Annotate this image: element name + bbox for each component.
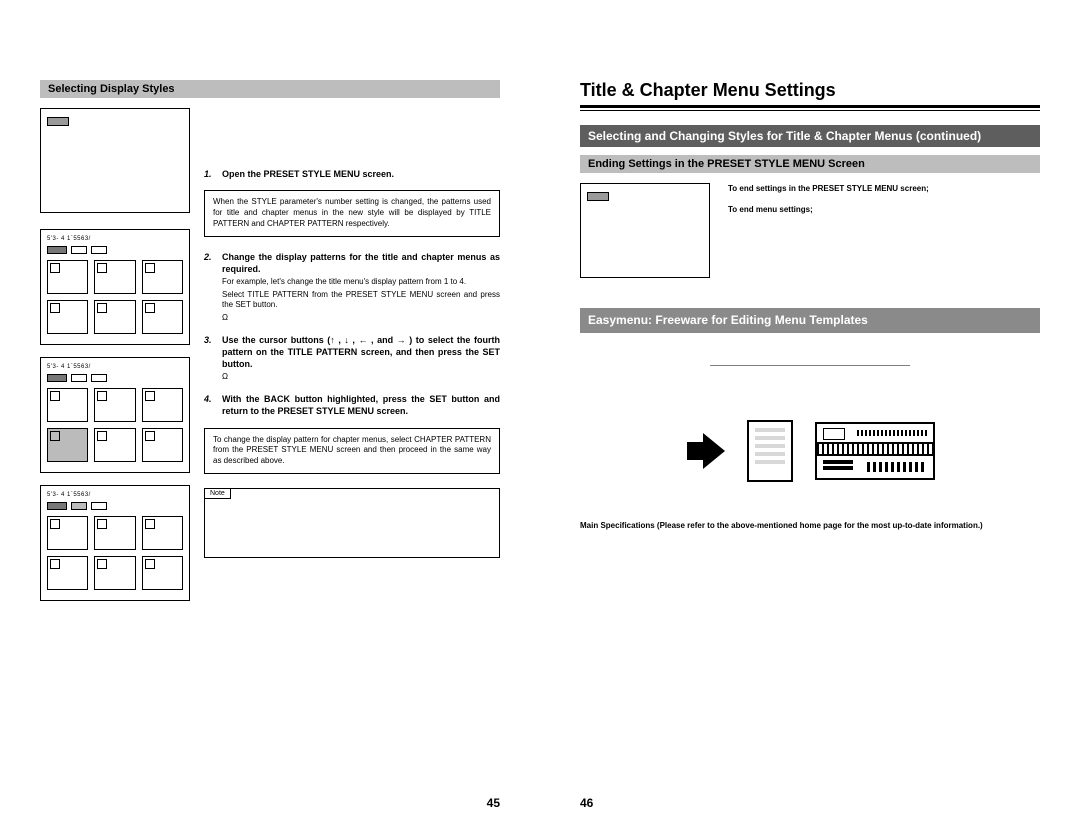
grid-buttons-1 [47, 246, 183, 254]
ending-line-1: To end settings in the PRESET STYLE MENU… [728, 183, 1040, 194]
device-icon [815, 422, 935, 480]
left-subheader: Selecting Display Styles [40, 80, 500, 98]
diagram [580, 406, 1040, 496]
rule-thick [580, 105, 1040, 108]
page-left: Selecting Display Styles 5'3- 4 1`5563/ … [0, 0, 540, 834]
screen-tab [47, 117, 69, 126]
page-right: Title & Chapter Menu Settings Selecting … [540, 0, 1080, 834]
spread: Selecting Display Styles 5'3- 4 1`5563/ … [0, 0, 1080, 834]
page-number-left: 45 [487, 796, 500, 810]
step-3: 3. Use the cursor buttons (↑ , ↓ , ← , a… [204, 334, 500, 383]
grid-header-2: 5'3- 4 1`5563/ [47, 364, 183, 370]
template-sheet-icon [747, 420, 793, 482]
step-list: 1.Open the PRESET STYLE MENU screen. [204, 168, 500, 180]
step-2-omega: Ω [222, 313, 500, 324]
left-steps: 1.Open the PRESET STYLE MENU screen. Whe… [204, 108, 500, 613]
step-2: 2. Change the display patterns for the t… [204, 251, 500, 324]
info-box-2: To change the display pattern for chapte… [204, 428, 500, 474]
step-4: 4. With the BACK button highlighted, pre… [204, 393, 500, 417]
section-bar-easymenu: Easymenu: Freeware for Editing Menu Temp… [580, 308, 1040, 333]
divider [710, 365, 910, 366]
ending-line-2: To end menu settings; [728, 204, 1040, 215]
grid-buttons-3 [47, 502, 183, 510]
left-illustrations: 5'3- 4 1`5563/ 5'3- 4 1`5563/ [40, 108, 190, 613]
step-3-omega: Ω [222, 372, 500, 383]
screen-placeholder-right [580, 183, 710, 278]
grid-cells-3 [47, 516, 183, 590]
grid-cells-2 [47, 388, 183, 462]
grid-buttons-2 [47, 374, 183, 382]
thumb-grid-3: 5'3- 4 1`5563/ [40, 485, 190, 601]
thumb-grid-2: 5'3- 4 1`5563/ [40, 357, 190, 473]
step-2-sub1: For example, let's change the title menu… [222, 277, 500, 288]
right-body: To end settings in the PRESET STYLE MENU… [580, 183, 1040, 531]
info-box-1: When the STYLE parameter's number settin… [204, 190, 500, 236]
specs-line: Main Specifications (Please refer to the… [580, 520, 1040, 531]
thumb-grid-1: 5'3- 4 1`5563/ [40, 229, 190, 345]
step-2-sub2: Select TITLE PATTERN from the PRESET STY… [222, 290, 500, 312]
left-two-col: 5'3- 4 1`5563/ 5'3- 4 1`5563/ [40, 108, 500, 613]
section-bar-ending: Ending Settings in the PRESET STYLE MENU… [580, 155, 1040, 173]
note-box: Note [204, 488, 500, 558]
page-number-right: 46 [580, 796, 593, 810]
rule-thin [580, 110, 1040, 111]
grid-header-3: 5'3- 4 1`5563/ [47, 492, 183, 498]
screen-placeholder [40, 108, 190, 213]
step-list-2: 2. Change the display patterns for the t… [204, 251, 500, 418]
screen-tab-right [587, 192, 609, 201]
note-label: Note [204, 488, 231, 499]
step-1: 1.Open the PRESET STYLE MENU screen. [204, 168, 500, 180]
page-title: Title & Chapter Menu Settings [580, 80, 1040, 101]
arrow-icon [685, 433, 725, 469]
grid-cells-1 [47, 260, 183, 334]
grid-header-1: 5'3- 4 1`5563/ [47, 236, 183, 242]
section-bar-continued: Selecting and Changing Styles for Title … [580, 125, 1040, 147]
